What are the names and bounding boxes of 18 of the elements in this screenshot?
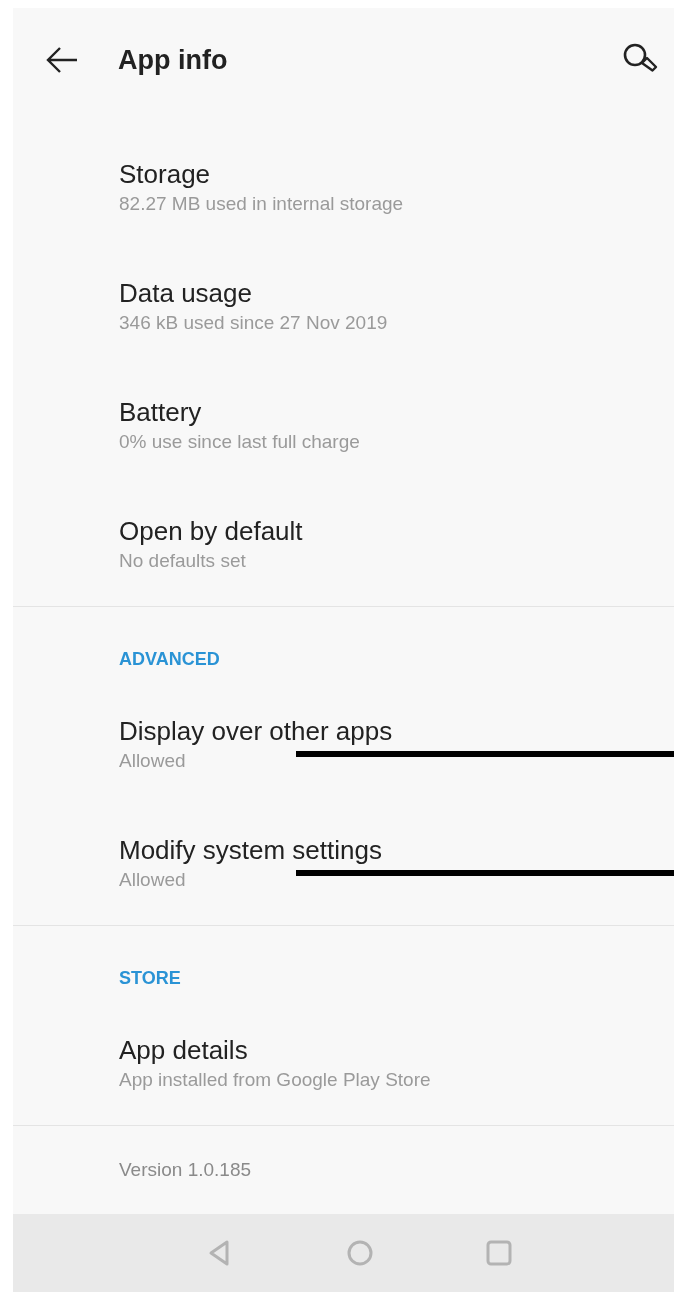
item-title[interactable]: App details xyxy=(119,1033,248,1068)
item-title[interactable]: Open by default xyxy=(119,514,303,549)
item-summary: No defaults set xyxy=(119,549,246,574)
item-title[interactable]: Storage xyxy=(119,157,211,192)
item-title[interactable]: Modify system settings xyxy=(119,833,382,868)
item-summary: 82.27 MB used in internal storage xyxy=(119,192,404,217)
item-summary: 0% use since last full charge xyxy=(119,430,360,455)
item-summary: Allowed xyxy=(119,749,186,774)
section-heading: ADVANCED xyxy=(119,649,220,670)
item-title[interactable]: Battery xyxy=(119,395,202,430)
item-summary: App installed from Google Play Store xyxy=(119,1068,431,1093)
section-heading: STORE xyxy=(119,968,181,989)
item-summary: Allowed xyxy=(119,868,186,893)
item-title[interactable]: Display over other apps xyxy=(119,714,393,749)
version-label: Version 1.0.185 xyxy=(119,1159,252,1181)
page-title: App info xyxy=(118,44,229,76)
item-title[interactable]: Data usage xyxy=(119,276,252,311)
item-summary: 346 kB used since 27 Nov 2019 xyxy=(119,311,388,336)
